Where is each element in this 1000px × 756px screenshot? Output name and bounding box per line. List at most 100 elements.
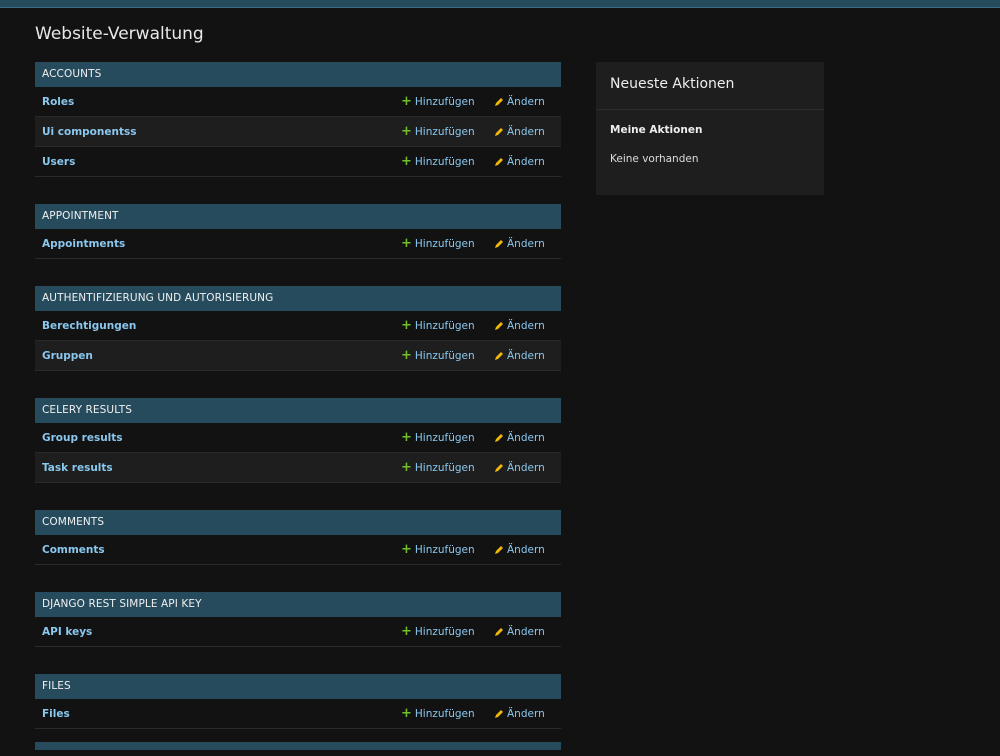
- add-link[interactable]: + Hinzufügen: [401, 431, 475, 444]
- module-header[interactable]: FILES: [35, 674, 561, 699]
- plus-icon: +: [401, 154, 412, 169]
- add-link[interactable]: + Hinzufügen: [401, 319, 475, 332]
- change-link[interactable]: Ändern: [494, 626, 545, 638]
- pencil-icon: [495, 545, 503, 554]
- module-appointment: APPOINTMENT Appointments + Hinzufügen Änd…: [35, 204, 561, 259]
- plus-icon: +: [401, 348, 412, 363]
- module-header-partial: [35, 742, 561, 750]
- add-label: Hinzufügen: [414, 155, 475, 168]
- change-label: Ändern: [507, 237, 545, 250]
- no-actions-text: Keine vorhanden: [610, 153, 699, 165]
- model-row: Gruppen + Hinzufügen Ändern: [35, 341, 561, 371]
- change-label: Ändern: [507, 625, 545, 638]
- model-row: Berechtigungen + Hinzufügen Ändern: [35, 311, 561, 341]
- top-header-bar: [0, 0, 1000, 8]
- my-actions-heading: Meine Aktionen: [610, 124, 703, 136]
- model-link[interactable]: Appointments: [42, 238, 125, 250]
- plus-icon: +: [401, 706, 412, 721]
- add-label: Hinzufügen: [414, 125, 475, 138]
- change-label: Ändern: [507, 349, 545, 362]
- model-row: Task results + Hinzufügen Ändern: [35, 453, 561, 483]
- plus-icon: +: [401, 460, 412, 475]
- change-link[interactable]: Ändern: [494, 462, 545, 474]
- add-link[interactable]: + Hinzufügen: [401, 95, 475, 108]
- module-header[interactable]: CELERY RESULTS: [35, 398, 561, 423]
- change-label: Ändern: [507, 125, 545, 138]
- plus-icon: +: [401, 94, 412, 109]
- recent-actions-panel: Neueste Aktionen Meine Aktionen Keine vo…: [596, 62, 824, 195]
- pencil-icon: [495, 463, 503, 472]
- pencil-icon: [495, 321, 503, 330]
- add-label: Hinzufügen: [414, 543, 475, 556]
- module-header[interactable]: DJANGO REST SIMPLE API KEY: [35, 592, 561, 617]
- add-label: Hinzufügen: [414, 349, 475, 362]
- pencil-icon: [495, 127, 503, 136]
- model-row: API keys + Hinzufügen Ändern: [35, 617, 561, 647]
- model-link[interactable]: Users: [42, 156, 75, 168]
- change-link[interactable]: Ändern: [494, 544, 545, 556]
- change-link[interactable]: Ändern: [494, 126, 545, 138]
- app-list: ACCOUNTS Roles + Hinzufügen Ändern Ui com…: [35, 62, 561, 756]
- module-accounts: ACCOUNTS Roles + Hinzufügen Ändern Ui com…: [35, 62, 561, 177]
- plus-icon: +: [401, 318, 412, 333]
- add-label: Hinzufügen: [414, 461, 475, 474]
- module-celery-results: CELERY RESULTS Group results + Hinzufügen…: [35, 398, 561, 483]
- add-link[interactable]: + Hinzufügen: [401, 625, 475, 638]
- plus-icon: +: [401, 236, 412, 251]
- change-label: Ändern: [507, 543, 545, 556]
- change-label: Ändern: [507, 155, 545, 168]
- change-label: Ändern: [507, 461, 545, 474]
- model-row: Files + Hinzufügen Ändern: [35, 699, 561, 729]
- change-link[interactable]: Ändern: [494, 238, 545, 250]
- change-link[interactable]: Ändern: [494, 350, 545, 362]
- module-header[interactable]: COMMENTS: [35, 510, 561, 535]
- add-link[interactable]: + Hinzufügen: [401, 237, 475, 250]
- recent-actions-title: Neueste Aktionen: [596, 62, 824, 110]
- plus-icon: +: [401, 542, 412, 557]
- change-label: Ändern: [507, 707, 545, 720]
- module-files: FILES Files + Hinzufügen Ändern: [35, 674, 561, 729]
- module-header[interactable]: APPOINTMENT: [35, 204, 561, 229]
- model-link[interactable]: Berechtigungen: [42, 320, 136, 332]
- change-link[interactable]: Ändern: [494, 708, 545, 720]
- model-row: Ui componentss + Hinzufügen Ändern: [35, 117, 561, 147]
- change-label: Ändern: [507, 95, 545, 108]
- change-link[interactable]: Ändern: [494, 156, 545, 168]
- pencil-icon: [495, 709, 503, 718]
- module-header[interactable]: ACCOUNTS: [35, 62, 561, 87]
- model-link[interactable]: Roles: [42, 96, 74, 108]
- pencil-icon: [495, 157, 503, 166]
- change-link[interactable]: Ändern: [494, 320, 545, 332]
- model-row: Group results + Hinzufügen Ändern: [35, 423, 561, 453]
- add-link[interactable]: + Hinzufügen: [401, 461, 475, 474]
- model-link[interactable]: Group results: [42, 432, 123, 444]
- model-link[interactable]: Comments: [42, 544, 105, 556]
- model-row: Users + Hinzufügen Ändern: [35, 147, 561, 177]
- change-label: Ändern: [507, 319, 545, 332]
- model-row: Roles + Hinzufügen Ändern: [35, 87, 561, 117]
- change-label: Ändern: [507, 431, 545, 444]
- pencil-icon: [495, 351, 503, 360]
- plus-icon: +: [401, 624, 412, 639]
- model-link[interactable]: Files: [42, 708, 70, 720]
- change-link[interactable]: Ändern: [494, 432, 545, 444]
- model-row: Appointments + Hinzufügen Ändern: [35, 229, 561, 259]
- model-link[interactable]: Task results: [42, 462, 113, 474]
- pencil-icon: [495, 433, 503, 442]
- add-link[interactable]: + Hinzufügen: [401, 349, 475, 362]
- add-label: Hinzufügen: [414, 95, 475, 108]
- page-title: Website-Verwaltung: [35, 24, 204, 44]
- change-link[interactable]: Ändern: [494, 96, 545, 108]
- module-header[interactable]: AUTHENTIFIZIERUNG UND AUTORISIERUNG: [35, 286, 561, 311]
- model-link[interactable]: Gruppen: [42, 350, 93, 362]
- pencil-icon: [495, 97, 503, 106]
- plus-icon: +: [401, 124, 412, 139]
- add-link[interactable]: + Hinzufügen: [401, 707, 475, 720]
- add-link[interactable]: + Hinzufügen: [401, 125, 475, 138]
- add-label: Hinzufügen: [414, 237, 475, 250]
- model-link[interactable]: Ui componentss: [42, 126, 136, 138]
- add-link[interactable]: + Hinzufügen: [401, 155, 475, 168]
- model-link[interactable]: API keys: [42, 626, 92, 638]
- add-link[interactable]: + Hinzufügen: [401, 543, 475, 556]
- pencil-icon: [495, 239, 503, 248]
